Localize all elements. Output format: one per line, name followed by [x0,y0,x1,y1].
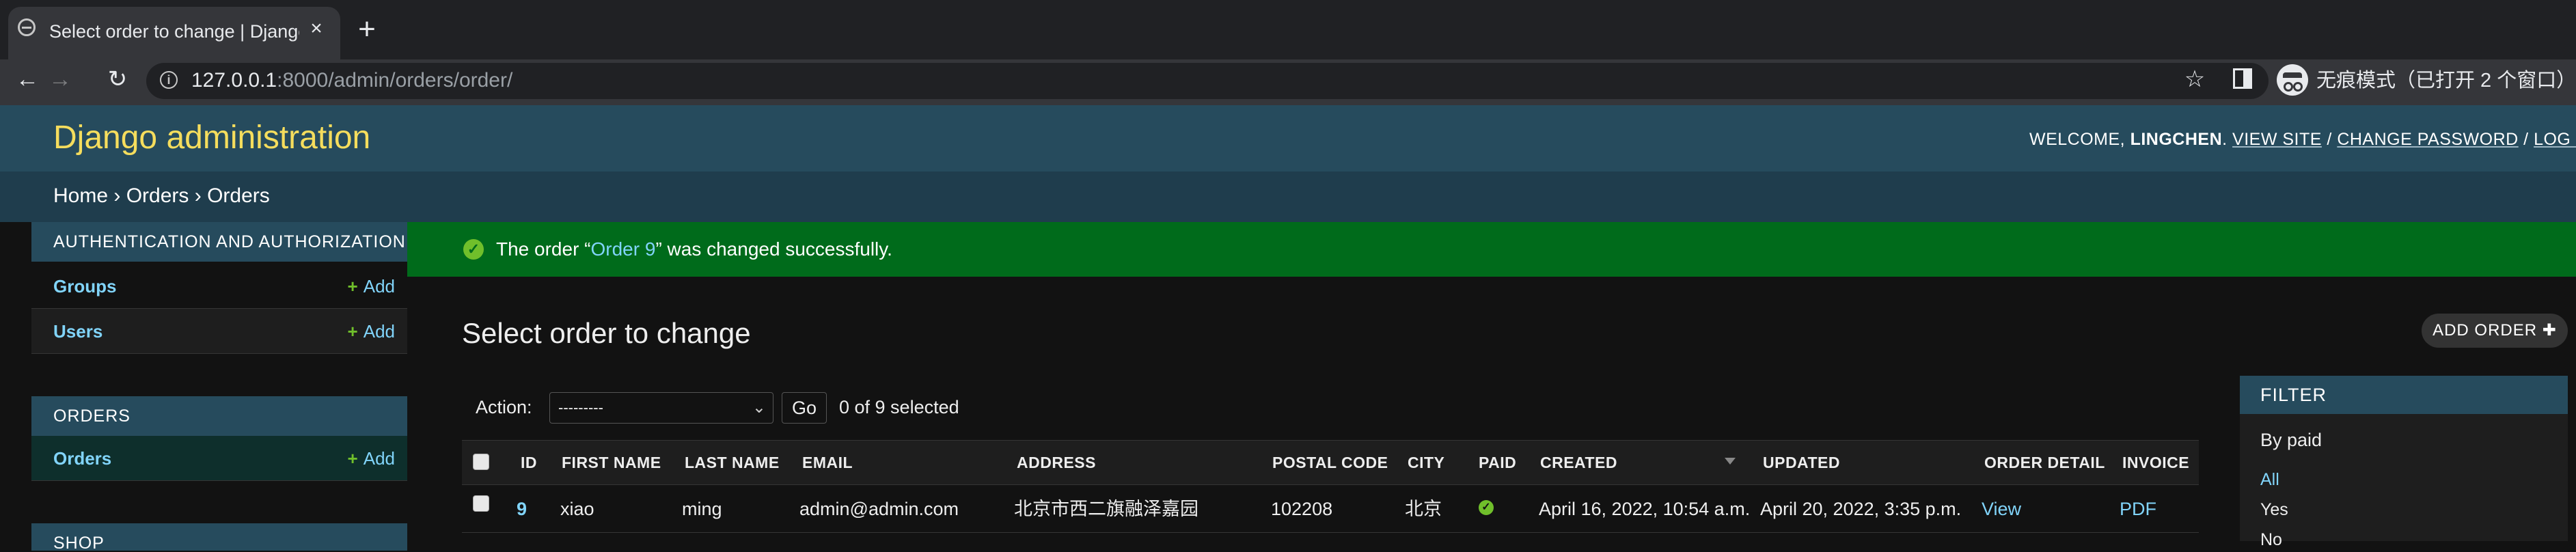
action-select[interactable]: --------- ⌄ [549,392,773,424]
module-caption-orders[interactable]: ORDERS [31,396,407,436]
go-button[interactable]: Go [782,392,827,424]
breadcrumbs-bar [0,171,2576,222]
site-info-icon[interactable]: i [160,71,178,89]
select-all-checkbox[interactable] [473,454,489,470]
row-checkbox[interactable] [473,495,489,512]
column-header-order-detail: ORDER DETAIL [1984,454,2105,471]
add-group-button[interactable]: + Add [348,264,395,309]
add-order-label: ADD ORDER [2433,321,2538,340]
forward-arrow-icon[interactable]: → [45,64,75,96]
column-header-last-name[interactable]: LAST NAME [685,440,780,485]
action-select-value: --------- [558,399,603,416]
add-label: Add [363,448,395,469]
plus-icon: + [347,276,358,296]
breadcrumb-app[interactable]: Orders [126,184,189,207]
order-detail-view-link[interactable]: View [1982,488,2021,530]
column-header-updated[interactable]: UPDATED [1763,440,1840,485]
success-message: The order “Order 9” was changed successf… [496,234,892,264]
incognito-icon[interactable] [2277,64,2308,96]
column-header-city[interactable]: CITY [1408,440,1444,485]
cell-first-name: xiao [560,499,594,519]
user-tools-separator: / [2523,130,2529,149]
success-check-icon: ✓ [463,239,484,260]
add-order-button[interactable]: ADD ORDER ✚ [2422,314,2568,348]
add-user-button[interactable]: + Add [348,309,395,354]
breadcrumb-separator: › [113,184,121,207]
filter-by-paid-heading: By paid [2260,430,2322,450]
sidebar-item-users: Users + Add [31,309,407,354]
plus-icon: + [347,321,358,342]
paid-yes-icon: ✓ [1479,500,1494,515]
cell-address: 北京市西二旗融泽嘉园 [1014,499,1198,519]
plus-icon: + [347,448,358,469]
column-header-postal-code[interactable]: POSTAL CODE [1272,440,1388,485]
column-header-first-name[interactable]: FIRST NAME [562,440,661,485]
sidebar-item-groups: Groups + Add [31,264,407,309]
filter-option-all[interactable]: All [2260,467,2279,492]
order-id-link[interactable]: 9 [517,488,527,530]
message-suffix: ” was changed successfully. [655,238,892,260]
filter-option-no[interactable]: No [2260,527,2282,552]
user-tools: WELCOME, LINGCHEN. VIEW SITE / CHANGE PA… [2029,126,2576,153]
invoice-pdf-link[interactable]: PDF [2120,488,2156,530]
reload-icon[interactable]: ↻ [102,64,133,96]
add-order-sidebar-button[interactable]: + Add [348,436,395,481]
cell-updated: April 20, 2022, 3:35 p.m. [1760,499,1962,519]
username: LINGCHEN [2130,130,2223,149]
selection-counter: 0 of 9 selected [839,397,959,417]
sidebar-item-orders: Orders + Add [31,436,407,481]
welcome-text: WELCOME, [2029,130,2126,149]
module-caption-auth[interactable]: AUTHENTICATION AND AUTHORIZATION [31,222,407,262]
browser-tab-strip [0,0,2576,59]
incognito-label[interactable]: 无痕模式（已打开 2 个窗口） [2316,66,2576,97]
sidebar-link-orders[interactable]: Orders [53,436,111,481]
cell-postal-code: 102208 [1271,499,1333,519]
new-tab-button[interactable]: + [351,14,383,46]
globe-icon [18,18,36,36]
change-password-link[interactable]: CHANGE PASSWORD [2337,130,2518,149]
add-label: Add [363,321,395,342]
order-link[interactable]: Order 9 [591,238,656,260]
tab-title: Select order to change | Django site adm… [49,21,299,42]
action-label: Action: [476,397,532,417]
sort-descending-icon[interactable] [1725,458,1736,465]
column-header-created[interactable]: CREATED [1540,440,1617,485]
breadcrumb: Home › Orders › Orders [53,179,270,213]
column-header-paid[interactable]: PAID [1479,440,1516,485]
bookmark-star-icon[interactable]: ☆ [2180,64,2210,96]
cell-created: April 16, 2022, 10:54 a.m. [1539,499,1751,519]
view-site-link[interactable]: VIEW SITE [2232,130,2322,149]
side-panel-icon[interactable] [2233,68,2252,89]
url-text[interactable]: 127.0.0.1:8000/admin/orders/order/ [191,66,512,97]
message-prefix: The order “ [496,238,591,260]
user-tools-separator: / [2327,130,2332,149]
filter-title: FILTER [2240,376,2568,414]
chevron-down-icon: ⌄ [752,398,766,417]
url-path: :8000/admin/orders/order/ [277,69,513,92]
sidebar-link-users[interactable]: Users [53,309,102,354]
cell-last-name: ming [682,499,722,519]
site-branding[interactable]: Django administration [53,114,370,162]
back-arrow-icon[interactable]: ← [12,64,42,96]
plus-icon: ✚ [2542,321,2557,340]
column-header-email[interactable]: EMAIL [802,440,853,485]
column-header-id[interactable]: ID [521,440,537,485]
filter-option-yes[interactable]: Yes [2260,497,2288,522]
page-title: Select order to change [462,317,751,349]
add-label: Add [363,276,395,296]
log-out-link[interactable]: LOG OUT [2534,130,2576,149]
url-host: 127.0.0.1 [191,69,277,92]
close-tab-icon[interactable]: × [305,15,328,42]
breadcrumb-home[interactable]: Home [53,184,108,207]
column-header-address[interactable]: ADDRESS [1017,440,1096,485]
breadcrumb-separator: › [194,184,202,207]
cell-city: 北京 [1405,499,1442,519]
column-header-invoice: INVOICE [2122,454,2190,471]
module-caption-shop[interactable]: SHOP [31,523,407,551]
breadcrumb-current: Orders [207,184,270,207]
sidebar-link-groups[interactable]: Groups [53,264,116,309]
cell-email: admin@admin.com [799,499,959,519]
